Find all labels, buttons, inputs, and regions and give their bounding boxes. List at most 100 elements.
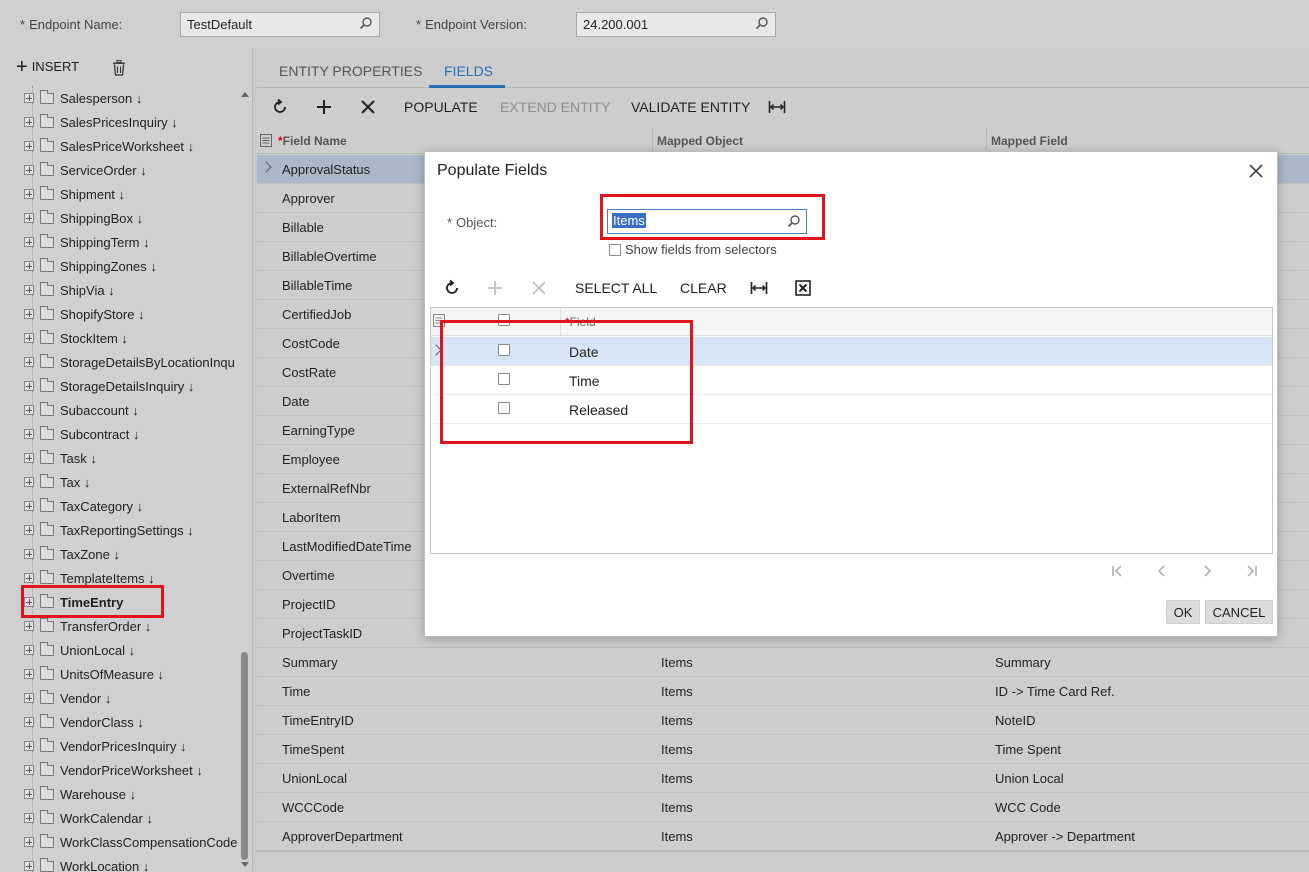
mapped-object-cell[interactable]: Items	[661, 713, 693, 728]
table-row[interactable]: Summary Items Summary	[257, 648, 1309, 677]
tree-item[interactable]: StockItem ↓	[24, 326, 128, 350]
scroll-up-icon[interactable]	[241, 92, 249, 97]
tree-item[interactable]: TaxCategory ↓	[24, 494, 143, 518]
endpoint-name-field[interactable]: TestDefault	[180, 12, 380, 37]
field-name-cell[interactable]: TimeSpent	[282, 742, 344, 757]
tree-item[interactable]: Subcontract ↓	[24, 422, 140, 446]
scrollbar-thumb[interactable]	[241, 652, 248, 860]
mapped-field-cell[interactable]: Union Local	[995, 771, 1064, 786]
next-page-icon[interactable]	[1199, 563, 1215, 579]
tree-scrollbar[interactable]	[238, 86, 252, 872]
expand-icon[interactable]	[24, 285, 34, 295]
mapped-object-cell[interactable]: Items	[661, 771, 693, 786]
expand-icon[interactable]	[24, 117, 34, 127]
mapped-field-cell[interactable]: WCC Code	[995, 800, 1061, 815]
tree-item[interactable]: TaxReportingSettings ↓	[24, 518, 194, 542]
field-name-cell[interactable]: BillableOvertime	[282, 249, 377, 264]
expand-icon[interactable]	[24, 309, 34, 319]
tree-item[interactable]: Tax ↓	[24, 470, 90, 494]
field-name-cell[interactable]: Overtime	[282, 568, 335, 583]
tree-item[interactable]: Vendor ↓	[24, 686, 111, 710]
tree-item[interactable]: WorkClassCompensationCode	[24, 830, 238, 854]
table-row[interactable]: Time Items ID -> Time Card Ref.	[257, 677, 1309, 706]
mapped-object-cell[interactable]: Items	[661, 655, 693, 670]
field-name-cell[interactable]: LaborItem	[282, 510, 341, 525]
tree-item[interactable]: TaxZone ↓	[24, 542, 120, 566]
tree-item[interactable]: VendorClass ↓	[24, 710, 144, 734]
first-page-icon[interactable]	[1110, 563, 1126, 579]
field-name-cell[interactable]: WCCCode	[282, 800, 344, 815]
tree-item[interactable]: VendorPriceWorksheet ↓	[24, 758, 203, 782]
field-name-cell[interactable]: ExternalRefNbr	[282, 481, 371, 496]
field-name-cell[interactable]: ProjectID	[282, 597, 335, 612]
extend-entity-button[interactable]: EXTEND ENTITY	[500, 99, 610, 115]
tree-item[interactable]: Shipment ↓	[24, 182, 125, 206]
mapped-field-cell[interactable]: Summary	[995, 655, 1051, 670]
expand-icon[interactable]	[24, 693, 34, 703]
expand-icon[interactable]	[24, 549, 34, 559]
show-fields-from-selectors-checkbox[interactable]	[609, 244, 621, 256]
expand-icon[interactable]	[24, 165, 34, 175]
grid-horizontal-scrollbar[interactable]	[257, 851, 1309, 861]
tree-item[interactable]: StorageDetailsByLocationInqu	[24, 350, 235, 374]
field-name-cell[interactable]: Summary	[282, 655, 338, 670]
tree-item[interactable]: ServiceOrder ↓	[24, 158, 147, 182]
last-page-icon[interactable]	[1243, 563, 1259, 579]
expand-icon[interactable]	[24, 669, 34, 679]
expand-icon[interactable]	[24, 525, 34, 535]
tree-item[interactable]: UnitsOfMeasure ↓	[24, 662, 164, 686]
expand-icon[interactable]	[24, 213, 34, 223]
expand-icon[interactable]	[24, 141, 34, 151]
mapped-field-cell[interactable]: NoteID	[995, 713, 1035, 728]
field-name-cell[interactable]: CertifiedJob	[282, 307, 351, 322]
expand-icon[interactable]	[24, 765, 34, 775]
tab-entity-properties[interactable]: ENTITY PROPERTIES	[279, 63, 422, 79]
tree-item[interactable]: Warehouse ↓	[24, 782, 136, 806]
expand-icon[interactable]	[24, 621, 34, 631]
field-name-cell[interactable]: BillableTime	[282, 278, 352, 293]
mapped-field-column-header[interactable]: Mapped Field	[991, 134, 1068, 148]
field-name-cell[interactable]: EarningType	[282, 423, 355, 438]
expand-icon[interactable]	[24, 717, 34, 727]
expand-icon[interactable]	[24, 501, 34, 511]
tree-item[interactable]: SalesPricesInquiry ↓	[24, 110, 178, 134]
scroll-down-icon[interactable]	[241, 862, 249, 867]
expand-icon[interactable]	[24, 837, 34, 847]
validate-entity-button[interactable]: VALIDATE ENTITY	[631, 99, 750, 115]
field-name-cell[interactable]: LastModifiedDateTime	[282, 539, 412, 554]
field-name-cell[interactable]: ApprovalStatus	[282, 162, 370, 177]
tree-item[interactable]: ShipVia ↓	[24, 278, 115, 302]
tree-item[interactable]: ShippingTerm ↓	[24, 230, 150, 254]
mapped-object-cell[interactable]: Items	[661, 829, 693, 844]
table-row[interactable]: TimeSpent Items Time Spent	[257, 735, 1309, 764]
mapped-field-cell[interactable]: ID -> Time Card Ref.	[995, 684, 1115, 699]
field-name-column-header[interactable]: *Field Name	[278, 134, 347, 148]
previous-page-icon[interactable]	[1154, 563, 1170, 579]
expand-icon[interactable]	[24, 453, 34, 463]
field-name-cell[interactable]: ProjectTaskID	[282, 626, 362, 641]
expand-icon[interactable]	[24, 189, 34, 199]
refresh-icon[interactable]	[271, 98, 289, 116]
tab-fields[interactable]: FIELDS	[444, 63, 493, 79]
expand-icon[interactable]	[24, 333, 34, 343]
refresh-icon[interactable]	[443, 279, 461, 297]
delete-icon[interactable]	[112, 60, 126, 76]
mapped-object-cell[interactable]: Items	[661, 800, 693, 815]
field-name-cell[interactable]: ApproverDepartment	[282, 829, 403, 844]
expand-icon[interactable]	[24, 237, 34, 247]
tree-item[interactable]: ShippingZones ↓	[24, 254, 157, 278]
expand-icon[interactable]	[24, 813, 34, 823]
expand-icon[interactable]	[24, 741, 34, 751]
field-name-cell[interactable]: Billable	[282, 220, 324, 235]
field-name-cell[interactable]: Employee	[282, 452, 340, 467]
mapped-field-cell[interactable]: Time Spent	[995, 742, 1061, 757]
expand-icon[interactable]	[24, 477, 34, 487]
tree-item[interactable]: SalesPriceWorksheet ↓	[24, 134, 194, 158]
field-name-cell[interactable]: Time	[282, 684, 310, 699]
tree-item[interactable]: WorkCalendar ↓	[24, 806, 153, 830]
select-all-button[interactable]: SELECT ALL	[575, 280, 657, 296]
expand-icon[interactable]	[24, 381, 34, 391]
table-row[interactable]: UnionLocal Items Union Local	[257, 764, 1309, 793]
expand-icon[interactable]	[24, 573, 34, 583]
export-excel-icon[interactable]	[794, 279, 812, 297]
